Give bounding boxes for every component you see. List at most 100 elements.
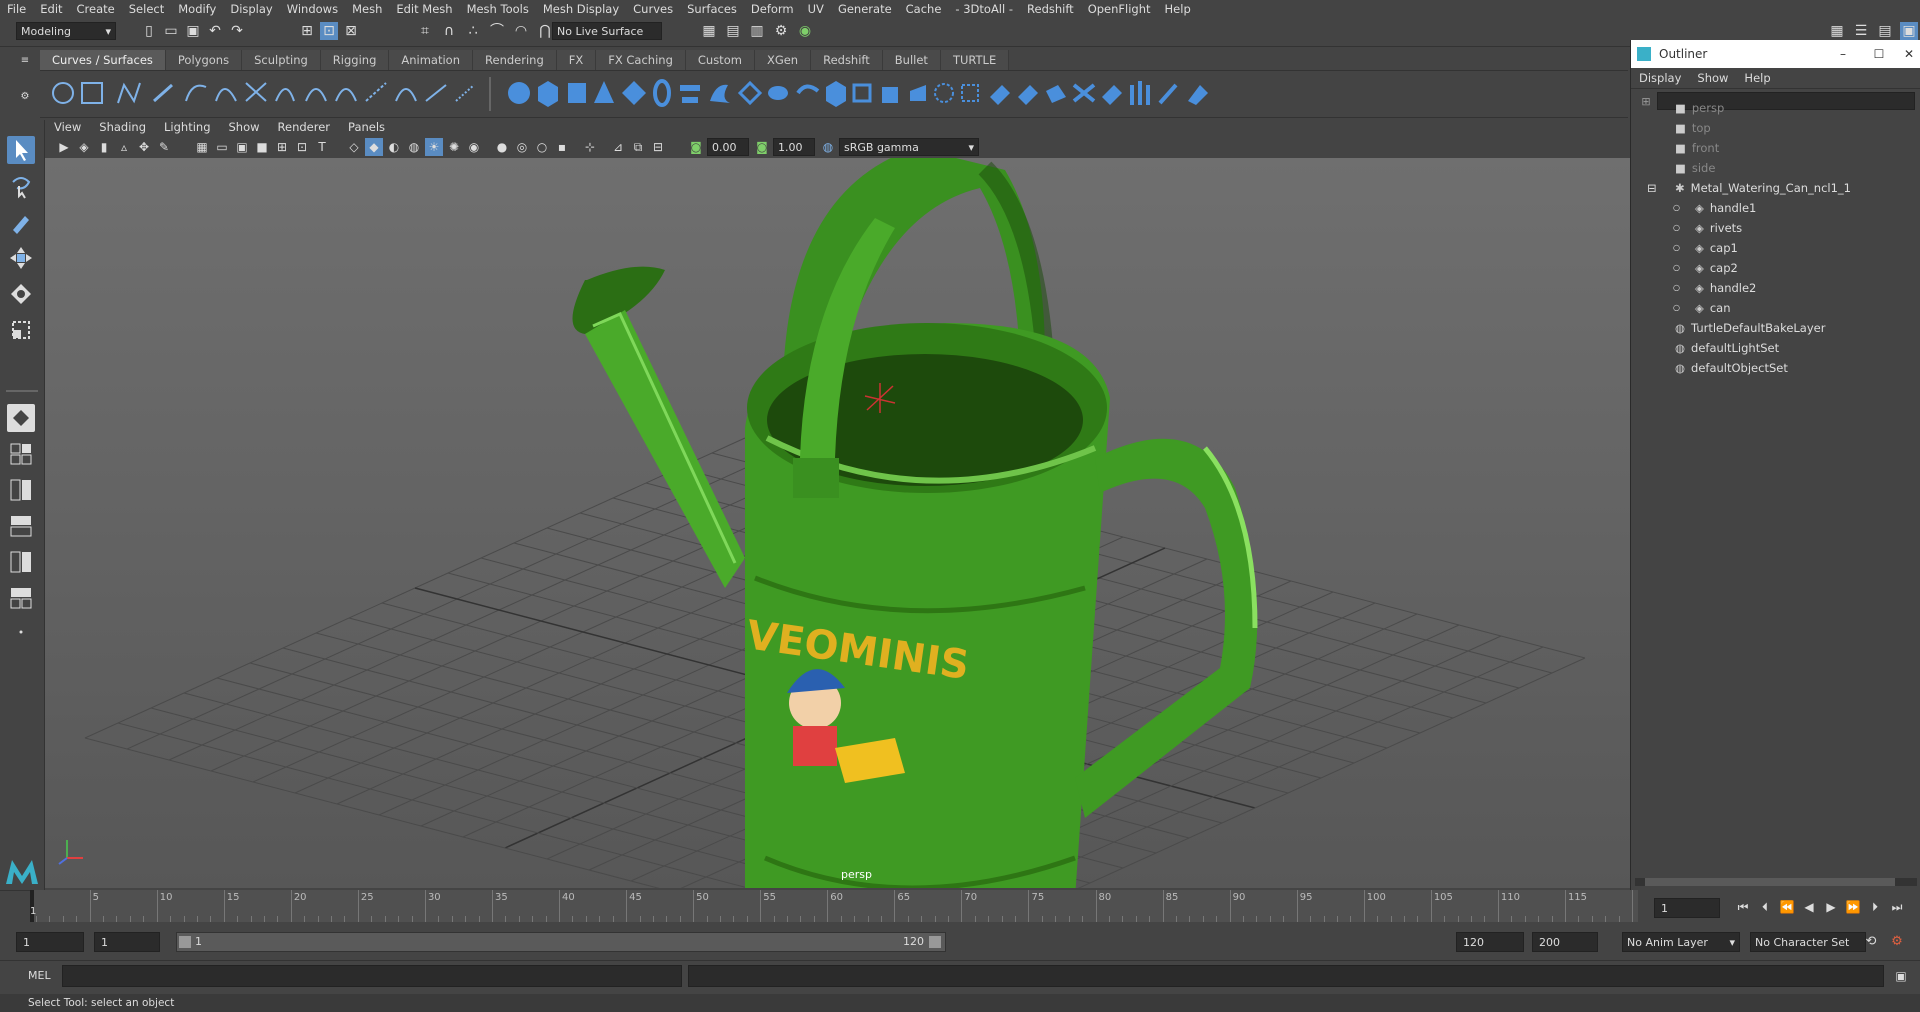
outliner-item-top[interactable]: ■ top bbox=[1675, 118, 1711, 138]
scene-end-field[interactable]: 200 bbox=[1532, 932, 1598, 952]
align-surfaces-icon[interactable] bbox=[1072, 83, 1096, 103]
square-surface-icon[interactable] bbox=[852, 83, 872, 103]
add-points-icon[interactable] bbox=[455, 84, 475, 102]
render-frame-icon[interactable]: ▤ bbox=[724, 22, 742, 40]
minimize-icon[interactable]: – bbox=[1825, 47, 1861, 61]
menu-3dtoall[interactable]: - 3DtoAll - bbox=[948, 2, 1020, 16]
outliner-item-side[interactable]: ■ side bbox=[1675, 158, 1715, 178]
hud-icon[interactable]: ⊟ bbox=[649, 138, 667, 156]
toggle-modeling-toolkit-icon[interactable]: ▦ bbox=[1828, 22, 1846, 40]
snap-curve-icon[interactable]: ∩ bbox=[440, 22, 458, 40]
menu-create[interactable]: Create bbox=[70, 2, 122, 16]
ep-curve-icon[interactable] bbox=[153, 83, 173, 103]
animation-preferences-icon[interactable]: ⚙ bbox=[1888, 933, 1906, 951]
outliner-item-persp[interactable]: ■ persp bbox=[1675, 98, 1724, 118]
menu-select[interactable]: Select bbox=[122, 2, 171, 16]
collapse-toggle-icon[interactable]: ⊟ bbox=[1647, 178, 1657, 198]
go-to-start-icon[interactable]: ⏮ bbox=[1734, 898, 1752, 916]
ambient-occlusion-icon[interactable]: ◉ bbox=[465, 138, 483, 156]
current-frame-field[interactable]: 1 bbox=[1654, 898, 1720, 918]
planar-icon[interactable] bbox=[737, 80, 763, 106]
viewport-menu-panels[interactable]: Panels bbox=[339, 120, 394, 134]
shelf-menu-icon[interactable]: ≡ bbox=[16, 52, 34, 70]
shelf-tab-curves-surfaces[interactable]: Curves / Surfaces bbox=[40, 50, 166, 70]
menu-windows[interactable]: Windows bbox=[280, 2, 345, 16]
isolate-select-icon[interactable]: ▪ bbox=[553, 138, 571, 156]
menu-file[interactable]: File bbox=[0, 2, 33, 16]
detach-curves-icon[interactable] bbox=[305, 88, 327, 102]
menu-mesh-display[interactable]: Mesh Display bbox=[536, 2, 626, 16]
step-forward-key-icon[interactable]: ⏵ bbox=[1866, 898, 1884, 916]
pencil-curve-icon[interactable] bbox=[185, 84, 207, 102]
render-settings-icon[interactable]: ⚙ bbox=[772, 22, 790, 40]
offset-curve-icon[interactable] bbox=[395, 88, 417, 102]
shelf-tab-animation[interactable]: Animation bbox=[389, 50, 474, 70]
step-back-key-icon[interactable]: ⏴ bbox=[1756, 898, 1774, 916]
toolbox-more-icon[interactable] bbox=[7, 622, 35, 642]
toggle-channel-box-icon[interactable]: ▣ bbox=[1900, 22, 1918, 40]
select-objects-icon[interactable]: ⊡ bbox=[320, 22, 338, 40]
two-view-stacked-layout-icon[interactable] bbox=[7, 512, 35, 540]
backface-culling-icon[interactable]: ⧉ bbox=[629, 138, 647, 156]
menu-generate[interactable]: Generate bbox=[831, 2, 899, 16]
command-language-label[interactable]: MEL bbox=[28, 969, 51, 982]
lasso-tool-icon[interactable] bbox=[7, 172, 35, 200]
command-input[interactable] bbox=[62, 965, 682, 987]
untrim-icon[interactable] bbox=[990, 85, 1010, 105]
outliner-hscrollbar[interactable] bbox=[1635, 878, 1917, 886]
exposure-icon[interactable]: ◙ bbox=[687, 138, 705, 156]
select-camera-icon[interactable]: ▶ bbox=[55, 138, 73, 156]
resolution-gate-icon[interactable]: ▣ bbox=[233, 138, 251, 156]
gamma-field[interactable]: 1.00 bbox=[773, 138, 815, 156]
smooth-shade-icon[interactable]: ◆ bbox=[365, 138, 383, 156]
toggle-attribute-editor-icon[interactable]: ☰ bbox=[1852, 22, 1870, 40]
attach-surfaces-icon[interactable] bbox=[1018, 85, 1038, 105]
persp-outliner-layout-icon[interactable] bbox=[7, 584, 35, 612]
menu-mesh-tools[interactable]: Mesh Tools bbox=[460, 2, 536, 16]
character-set-dropdown[interactable]: No Character Set bbox=[1750, 932, 1866, 952]
textured-icon[interactable]: ◍ bbox=[405, 138, 423, 156]
detach-surfaces-icon[interactable] bbox=[1046, 85, 1066, 103]
boundary-icon[interactable] bbox=[826, 81, 846, 107]
outliner-item-turtledefaultbakelayer[interactable]: ◍ TurtleDefaultBakeLayer bbox=[1675, 318, 1825, 338]
shelf-tab-fx[interactable]: FX bbox=[556, 50, 597, 70]
rotate-tool-icon[interactable] bbox=[7, 280, 35, 308]
scene-start-field[interactable]: 1 bbox=[16, 932, 84, 952]
undo-icon[interactable]: ↶ bbox=[206, 22, 224, 40]
workspace-dropdown[interactable]: Modeling ▾ bbox=[16, 22, 116, 40]
four-view-layout-icon[interactable] bbox=[7, 440, 35, 468]
nurbs-cylinder-icon[interactable] bbox=[568, 83, 586, 103]
outliner-menu-display[interactable]: Display bbox=[1631, 71, 1689, 85]
snap-point-icon[interactable]: ∴ bbox=[464, 22, 482, 40]
viewport-menu-renderer[interactable]: Renderer bbox=[269, 120, 340, 134]
anim-layer-dropdown[interactable]: No Anim Layer ▾ bbox=[1622, 932, 1740, 952]
outliner-item-rivets[interactable]: ◈ rivets bbox=[1695, 218, 1742, 238]
intersect-icon[interactable] bbox=[934, 83, 954, 103]
project-curve-icon[interactable] bbox=[910, 85, 926, 101]
wireframe-icon[interactable]: ◇ bbox=[345, 138, 363, 156]
rebuild-curve-icon[interactable] bbox=[425, 84, 447, 102]
menu-curves[interactable]: Curves bbox=[626, 2, 680, 16]
outliner-item-can[interactable]: ◈ can bbox=[1695, 298, 1731, 318]
ipr-render-icon[interactable]: ▥ bbox=[748, 22, 766, 40]
menu-openflight[interactable]: OpenFlight bbox=[1081, 2, 1158, 16]
menu-mesh[interactable]: Mesh bbox=[345, 2, 389, 16]
scale-tool-icon[interactable] bbox=[7, 316, 35, 344]
time-slider[interactable]: 1 5 10 15 20 25 30 35 40 45 50 55 60 65 70 75 80 85 90 95 1… bbox=[30, 890, 1638, 922]
camera-attributes-icon[interactable]: ◈ bbox=[75, 138, 93, 156]
menu-redshift[interactable]: Redshift bbox=[1020, 2, 1081, 16]
menu-edit[interactable]: Edit bbox=[33, 2, 69, 16]
range-start-handle[interactable] bbox=[179, 936, 191, 948]
go-to-end-icon[interactable]: ⏭ bbox=[1888, 898, 1906, 916]
shelf-tab-custom[interactable]: Custom bbox=[685, 50, 755, 70]
insert-isoparm-icon[interactable] bbox=[1130, 81, 1150, 105]
shelf-tab-xgen[interactable]: XGen bbox=[754, 50, 812, 70]
bookmark-icon[interactable]: ▮ bbox=[95, 138, 113, 156]
extend-surface-icon[interactable] bbox=[1158, 83, 1178, 105]
safe-title-icon[interactable]: T bbox=[313, 138, 331, 156]
gamma-icon[interactable]: ◙ bbox=[753, 138, 771, 156]
paint-select-icon[interactable] bbox=[7, 208, 35, 236]
shelf-tab-fx-caching[interactable]: FX Caching bbox=[596, 50, 686, 70]
hypershade-icon[interactable]: ◉ bbox=[796, 22, 814, 40]
bevel-icon[interactable] bbox=[882, 87, 898, 103]
